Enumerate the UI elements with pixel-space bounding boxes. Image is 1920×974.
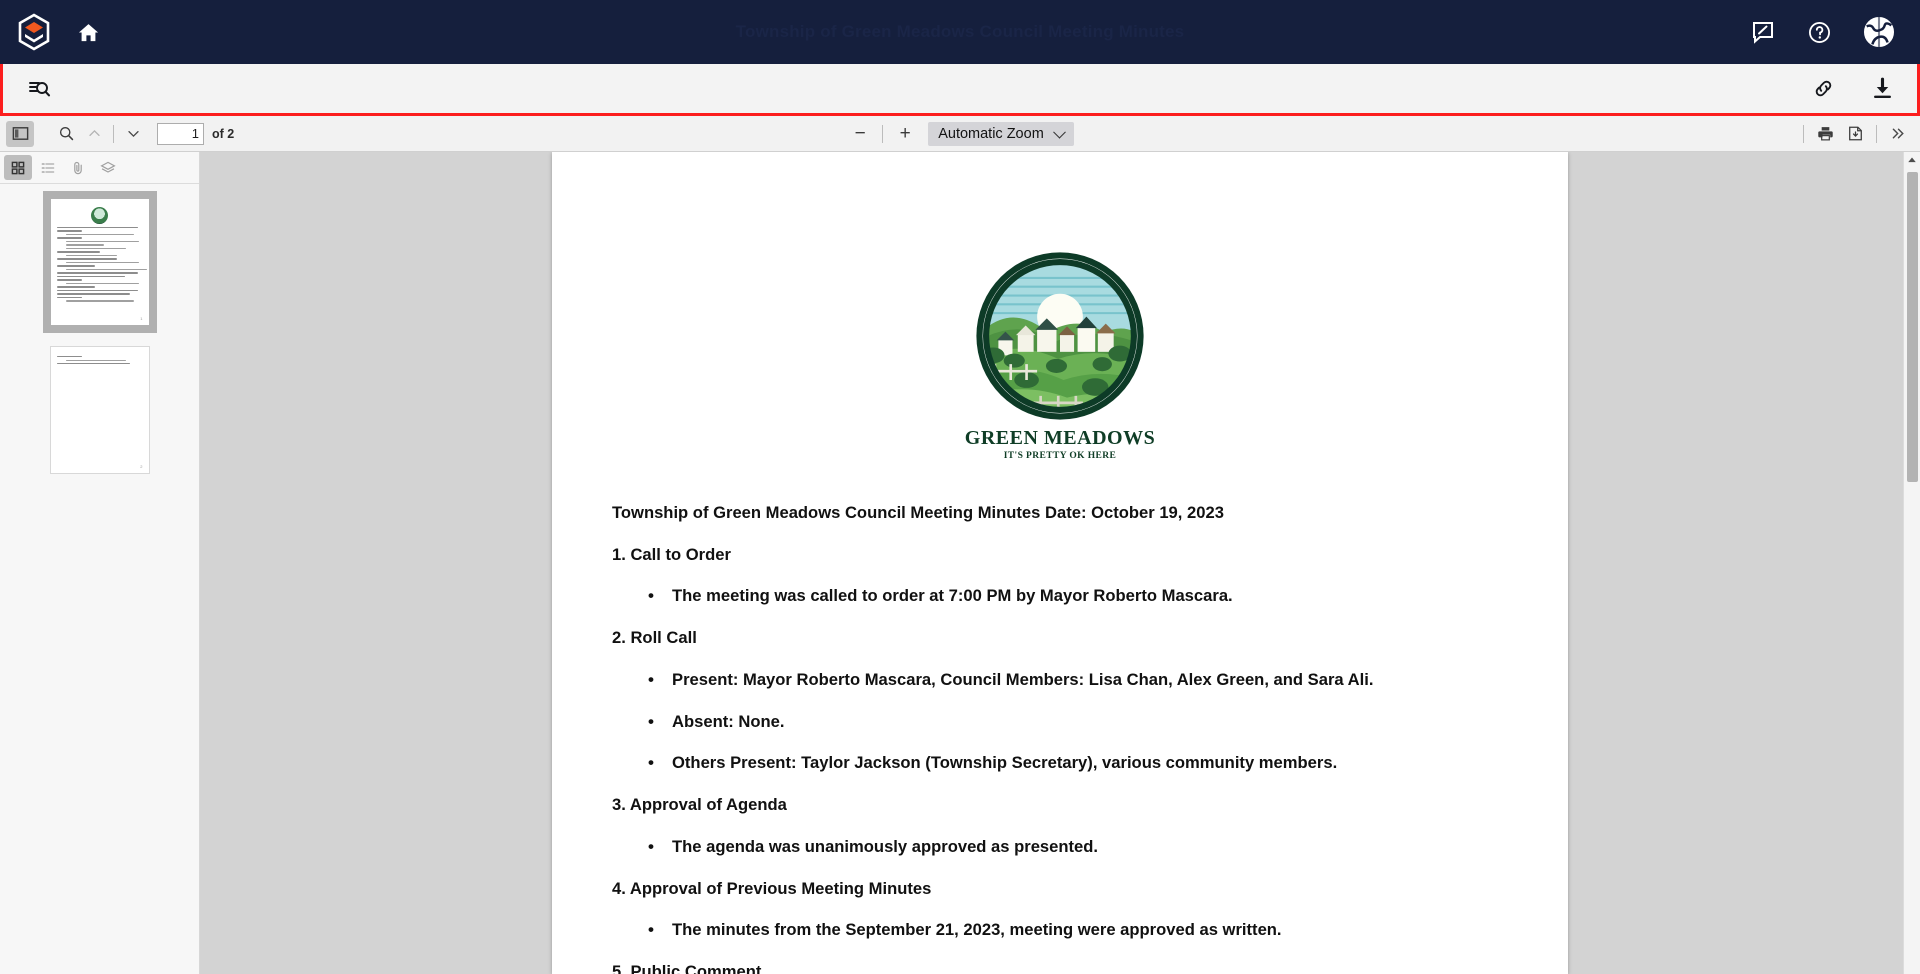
green-meadows-seal-icon (972, 248, 1148, 424)
thumbnail-preview: 1 (50, 198, 150, 326)
pdf-toolbar-right (1798, 121, 1912, 147)
brand-logo-icon[interactable] (14, 12, 54, 52)
sidebar-toggle-button[interactable] (6, 121, 34, 147)
chevron-down-icon (126, 126, 141, 141)
list-item: The agenda was unanimously approved as p… (612, 837, 1508, 858)
viewer-action-bar (0, 64, 1920, 116)
zoom-out-button[interactable]: − (846, 121, 874, 147)
list-item: The minutes from the September 21, 2023,… (612, 920, 1508, 941)
section-bullets: The agenda was unanimously approved as p… (612, 837, 1508, 858)
document-logo-name: GREEN MEADOWS (612, 427, 1508, 450)
document-logo-tagline: IT'S PRETTY OK HERE (612, 451, 1508, 461)
header-actions (1748, 13, 1898, 51)
next-page-button[interactable] (119, 121, 147, 147)
sidebar-tab-attachments[interactable] (64, 155, 92, 180)
feedback-button[interactable] (1748, 17, 1778, 47)
download-button[interactable] (1870, 76, 1895, 101)
more-tools-button[interactable] (1884, 121, 1912, 147)
section-bullets: The meeting was called to order at 7:00 … (612, 586, 1508, 607)
sidebar-tab-thumbnails[interactable] (4, 155, 32, 180)
section-heading: 4. Approval of Previous Meeting Minutes (612, 879, 1508, 900)
section-heading: 1. Call to Order (612, 545, 1508, 566)
scroll-up-arrow-icon (1907, 155, 1917, 165)
help-button[interactable] (1804, 17, 1834, 47)
save-download-icon (1847, 125, 1864, 142)
toolbar-divider (1803, 125, 1804, 143)
zoom-in-button[interactable]: + (891, 121, 919, 147)
outline-list-icon (40, 160, 56, 176)
section-heading: 5. Public Comment (612, 962, 1508, 974)
print-button[interactable] (1811, 121, 1839, 147)
vertical-scrollbar[interactable] (1903, 152, 1920, 974)
zoom-divider (882, 125, 883, 143)
copy-link-button[interactable] (1811, 76, 1836, 101)
zoom-controls: − + Automatic Zoom (0, 121, 1920, 147)
section-heading: 2. Roll Call (612, 628, 1508, 649)
save-document-button[interactable] (1841, 121, 1869, 147)
page-total-label: of 2 (212, 127, 234, 141)
print-icon (1817, 125, 1834, 142)
thumbnail-page-2[interactable]: 2 (45, 346, 155, 474)
globe-language-icon (1860, 13, 1898, 51)
double-chevron-right-icon (1890, 125, 1907, 142)
document-search-icon (27, 77, 51, 101)
chevron-up-icon (87, 126, 102, 141)
sidebar-toggle-icon (11, 124, 30, 143)
sidebar-tab-layers[interactable] (94, 155, 122, 180)
link-chain-icon (1811, 76, 1836, 101)
help-question-icon (1808, 21, 1831, 44)
home-icon (77, 21, 100, 44)
toolbar-divider (1876, 125, 1877, 143)
zoom-level-label: Automatic Zoom (938, 126, 1044, 142)
document-search-button[interactable] (27, 77, 51, 101)
section-bullets: The minutes from the September 21, 2023,… (612, 920, 1508, 941)
section-heading: 3. Approval of Agenda (612, 795, 1508, 816)
search-icon (58, 125, 75, 142)
previous-page-button[interactable] (80, 121, 108, 147)
pdf-toolbar: of 2 − + Automatic Zoom (0, 116, 1920, 152)
scrollbar-thumb[interactable] (1907, 172, 1918, 482)
scroll-up-button[interactable] (1904, 152, 1920, 168)
document-logo: GREEN MEADOWS IT'S PRETTY OK HERE (612, 248, 1508, 461)
zoom-level-select[interactable]: Automatic Zoom (928, 122, 1074, 146)
list-item: Present: Mayor Roberto Mascara, Council … (612, 670, 1508, 691)
viewer-body: 1 2 (0, 152, 1920, 974)
list-item: Others Present: Taylor Jackson (Township… (612, 753, 1508, 774)
sidebar-tabs (0, 152, 199, 184)
page-title: Township of Green Meadows Council Meetin… (0, 0, 1920, 64)
thumbnail-page-1[interactable]: 1 (45, 198, 155, 326)
thumbnail-page-number: 1 (140, 316, 142, 321)
page-number-input[interactable] (157, 123, 204, 145)
thumbnail-preview: 2 (50, 346, 150, 474)
app-header: Township of Green Meadows Council Meetin… (0, 0, 1920, 64)
thumbnail-list: 1 2 (0, 184, 199, 974)
list-item: Absent: None. (612, 712, 1508, 733)
home-button[interactable] (68, 12, 108, 52)
sidebar-tab-outline[interactable] (34, 155, 62, 180)
document-title: Township of Green Meadows Council Meetin… (612, 503, 1508, 524)
download-icon (1870, 76, 1895, 101)
thumbnails-grid-icon (10, 160, 26, 176)
section-bullets: Present: Mayor Roberto Mascara, Council … (612, 670, 1508, 774)
language-button[interactable] (1860, 13, 1898, 51)
list-item: The meeting was called to order at 7:00 … (612, 586, 1508, 607)
document-page: GREEN MEADOWS IT'S PRETTY OK HERE Townsh… (552, 152, 1568, 974)
chevron-down-icon (1053, 125, 1066, 138)
feedback-comment-icon (1751, 20, 1775, 44)
thumbnail-seal-icon (91, 207, 108, 224)
sidebar: 1 2 (0, 152, 200, 974)
find-button[interactable] (52, 121, 80, 147)
toolbar-divider (113, 125, 114, 143)
viewer-action-bar-left (27, 77, 51, 101)
thumbnail-page-number: 2 (140, 464, 142, 469)
document-viewport[interactable]: GREEN MEADOWS IT'S PRETTY OK HERE Townsh… (200, 152, 1920, 974)
layers-icon (100, 160, 116, 176)
paperclip-icon (70, 160, 86, 176)
viewer-action-bar-right (1811, 76, 1895, 101)
